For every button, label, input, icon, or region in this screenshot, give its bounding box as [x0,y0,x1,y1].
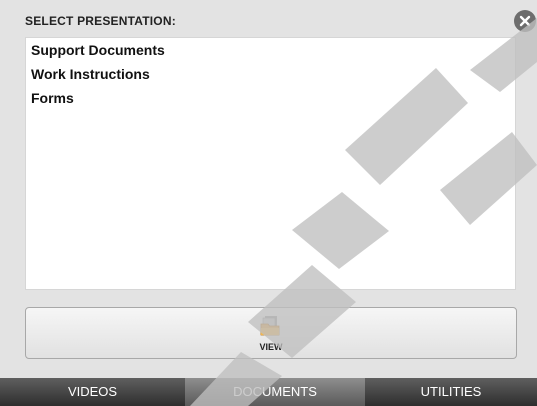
tab-utilities[interactable]: UTILITIES [365,378,537,406]
view-button[interactable]: VIEW [25,307,517,359]
bottom-tabbar: VIDEOS DOCUMENTS UTILITIES [0,378,537,406]
close-icon [519,15,531,27]
view-button-label: VIEW [259,342,283,352]
list-item-support-documents[interactable]: Support Documents [31,42,165,58]
close-button[interactable] [514,10,536,32]
panel-title: SELECT PRESENTATION: [25,14,176,28]
list-item-forms[interactable]: Forms [31,90,74,106]
tab-videos[interactable]: VIDEOS [0,378,185,406]
folder-document-icon [260,316,280,336]
presentation-list: Support Documents Work Instructions Form… [25,37,516,290]
presentation-panel: SELECT PRESENTATION: Support Documents W… [0,0,537,378]
tab-documents[interactable]: DOCUMENTS [185,378,365,406]
list-item-work-instructions[interactable]: Work Instructions [31,66,150,82]
